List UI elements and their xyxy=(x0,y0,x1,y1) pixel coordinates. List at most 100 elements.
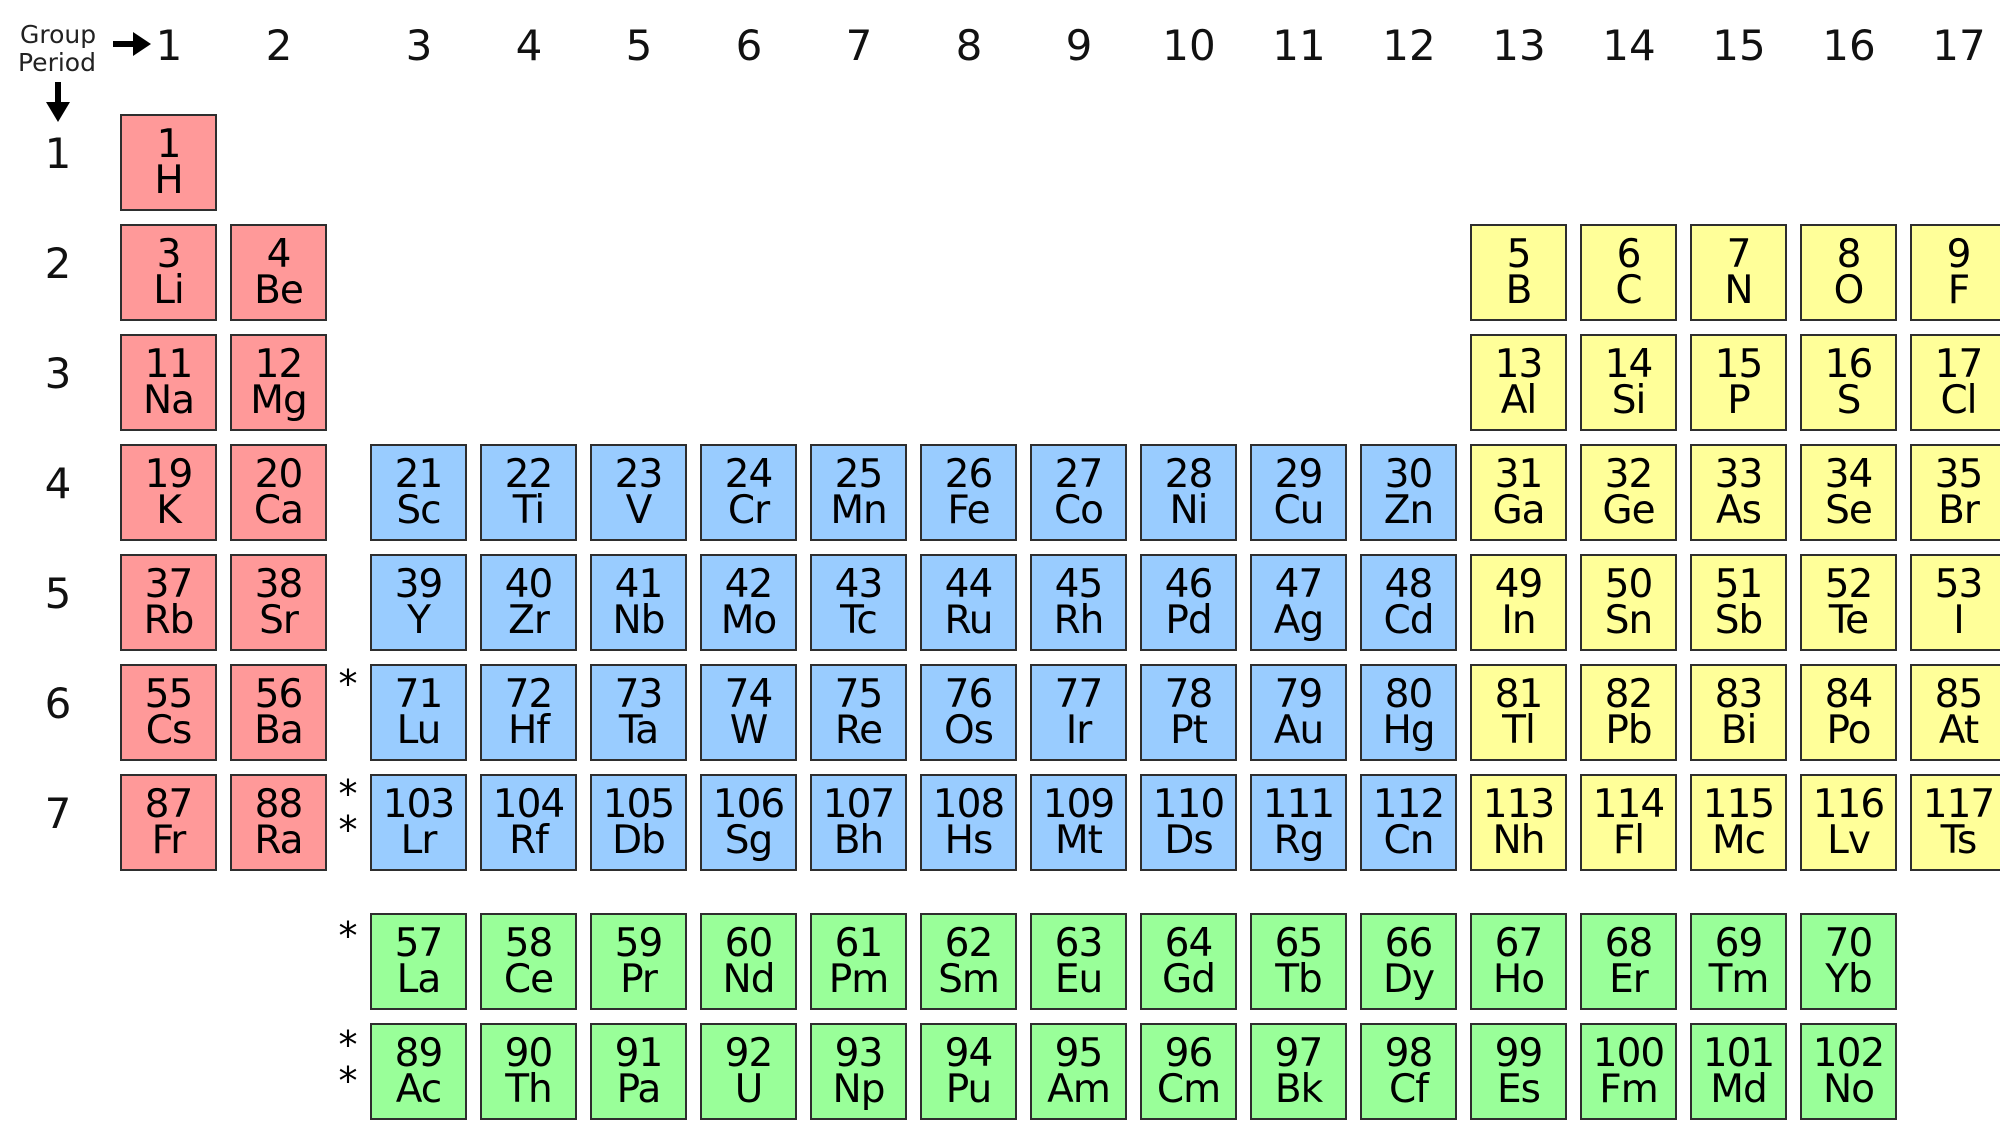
element-dy[interactable]: 66 Dy xyxy=(1360,913,1457,1010)
element-cr[interactable]: 24 Cr xyxy=(700,444,797,541)
element-sg[interactable]: 106 Sg xyxy=(700,774,797,871)
element-rf[interactable]: 104 Rf xyxy=(480,774,577,871)
element-db[interactable]: 105 Db xyxy=(590,774,687,871)
element-h[interactable]: 1H xyxy=(120,114,217,211)
element-rg[interactable]: 111 Rg xyxy=(1250,774,1347,871)
element-sr[interactable]: 38 Sr xyxy=(230,554,327,651)
element-tl[interactable]: 81 Tl xyxy=(1470,664,1567,761)
element-hs[interactable]: 108 Hs xyxy=(920,774,1017,871)
element-pb[interactable]: 82 Pb xyxy=(1580,664,1677,761)
element-ca[interactable]: 20 Ca xyxy=(230,444,327,541)
element-sm[interactable]: 62 Sm xyxy=(920,913,1017,1010)
element-cl[interactable]: 17 Cl xyxy=(1910,334,2000,431)
element-ra[interactable]: 88 Ra xyxy=(230,774,327,871)
element-es[interactable]: 99 Es xyxy=(1470,1023,1567,1120)
element-po[interactable]: 84 Po xyxy=(1800,664,1897,761)
element-ce[interactable]: 58 Ce xyxy=(480,913,577,1010)
element-bi[interactable]: 83 Bi xyxy=(1690,664,1787,761)
element-hg[interactable]: 80 Hg xyxy=(1360,664,1457,761)
element-hf[interactable]: 72 Hf xyxy=(480,664,577,761)
element-ta[interactable]: 73 Ta xyxy=(590,664,687,761)
element-c[interactable]: 6C xyxy=(1580,224,1677,321)
element-u[interactable]: 92 U xyxy=(700,1023,797,1120)
element-ho[interactable]: 67 Ho xyxy=(1470,913,1567,1010)
element-tc[interactable]: 43 Tc xyxy=(810,554,907,651)
element-cm[interactable]: 96 Cm xyxy=(1140,1023,1237,1120)
element-co[interactable]: 27 Co xyxy=(1030,444,1127,541)
element-nb[interactable]: 41 Nb xyxy=(590,554,687,651)
element-cn[interactable]: 112 Cn xyxy=(1360,774,1457,871)
element-nh[interactable]: 113 Nh xyxy=(1470,774,1567,871)
element-br[interactable]: 35 Br xyxy=(1910,444,2000,541)
element-ag[interactable]: 47 Ag xyxy=(1250,554,1347,651)
element-o[interactable]: 8O xyxy=(1800,224,1897,321)
element-zn[interactable]: 30 Zn xyxy=(1360,444,1457,541)
element-b[interactable]: 5B xyxy=(1470,224,1567,321)
element-i[interactable]: 53 I xyxy=(1910,554,2000,651)
element-yb[interactable]: 70 Yb xyxy=(1800,913,1897,1010)
element-sn[interactable]: 50 Sn xyxy=(1580,554,1677,651)
element-gd[interactable]: 64 Gd xyxy=(1140,913,1237,1010)
element-rb[interactable]: 37 Rb xyxy=(120,554,217,651)
element-ba[interactable]: 56 Ba xyxy=(230,664,327,761)
element-ga[interactable]: 31 Ga xyxy=(1470,444,1567,541)
element-f[interactable]: 9F xyxy=(1910,224,2000,321)
element-la[interactable]: 57 La xyxy=(370,913,467,1010)
element-ir[interactable]: 77 Ir xyxy=(1030,664,1127,761)
element-re[interactable]: 75 Re xyxy=(810,664,907,761)
element-bk[interactable]: 97 Bk xyxy=(1250,1023,1347,1120)
element-mg[interactable]: 12 Mg xyxy=(230,334,327,431)
element-s[interactable]: 16 S xyxy=(1800,334,1897,431)
element-ts[interactable]: 117 Ts xyxy=(1910,774,2000,871)
element-fl[interactable]: 114 Fl xyxy=(1580,774,1677,871)
element-th[interactable]: 90 Th xyxy=(480,1023,577,1120)
element-y[interactable]: 39 Y xyxy=(370,554,467,651)
element-zr[interactable]: 40 Zr xyxy=(480,554,577,651)
element-lr[interactable]: 103 Lr xyxy=(370,774,467,871)
element-bh[interactable]: 107 Bh xyxy=(810,774,907,871)
element-ds[interactable]: 110 Ds xyxy=(1140,774,1237,871)
element-mc[interactable]: 115 Mc xyxy=(1690,774,1787,871)
element-v[interactable]: 23 V xyxy=(590,444,687,541)
element-mn[interactable]: 25 Mn xyxy=(810,444,907,541)
element-au[interactable]: 79 Au xyxy=(1250,664,1347,761)
element-cs[interactable]: 55 Cs xyxy=(120,664,217,761)
element-cf[interactable]: 98 Cf xyxy=(1360,1023,1457,1120)
element-ac[interactable]: 89 Ac xyxy=(370,1023,467,1120)
element-lv[interactable]: 116 Lv xyxy=(1800,774,1897,871)
element-na[interactable]: 11 Na xyxy=(120,334,217,431)
element-lu[interactable]: 71 Lu xyxy=(370,664,467,761)
element-k[interactable]: 19 K xyxy=(120,444,217,541)
element-li[interactable]: 3 Li xyxy=(120,224,217,321)
element-er[interactable]: 68 Er xyxy=(1580,913,1677,1010)
element-in[interactable]: 49 In xyxy=(1470,554,1567,651)
element-pr[interactable]: 59 Pr xyxy=(590,913,687,1010)
element-ni[interactable]: 28 Ni xyxy=(1140,444,1237,541)
element-cd[interactable]: 48 Cd xyxy=(1360,554,1457,651)
element-p[interactable]: 15 P xyxy=(1690,334,1787,431)
element-md[interactable]: 101 Md xyxy=(1690,1023,1787,1120)
element-ge[interactable]: 32 Ge xyxy=(1580,444,1677,541)
element-pd[interactable]: 46 Pd xyxy=(1140,554,1237,651)
element-pu[interactable]: 94 Pu xyxy=(920,1023,1017,1120)
element-te[interactable]: 52 Te xyxy=(1800,554,1897,651)
element-tb[interactable]: 65 Tb xyxy=(1250,913,1347,1010)
element-pt[interactable]: 78 Pt xyxy=(1140,664,1237,761)
element-as[interactable]: 33 As xyxy=(1690,444,1787,541)
element-mo[interactable]: 42 Mo xyxy=(700,554,797,651)
element-os[interactable]: 76 Os xyxy=(920,664,1017,761)
element-n[interactable]: 7N xyxy=(1690,224,1787,321)
element-pa[interactable]: 91 Pa xyxy=(590,1023,687,1120)
element-ru[interactable]: 44 Ru xyxy=(920,554,1017,651)
element-fe[interactable]: 26 Fe xyxy=(920,444,1017,541)
element-se[interactable]: 34 Se xyxy=(1800,444,1897,541)
element-pm[interactable]: 61 Pm xyxy=(810,913,907,1010)
element-si[interactable]: 14 Si xyxy=(1580,334,1677,431)
element-w[interactable]: 74 W xyxy=(700,664,797,761)
element-np[interactable]: 93 Np xyxy=(810,1023,907,1120)
element-fm[interactable]: 100 Fm xyxy=(1580,1023,1677,1120)
element-al[interactable]: 13 Al xyxy=(1470,334,1567,431)
element-sb[interactable]: 51 Sb xyxy=(1690,554,1787,651)
element-eu[interactable]: 63 Eu xyxy=(1030,913,1127,1010)
element-be[interactable]: 4 Be xyxy=(230,224,327,321)
